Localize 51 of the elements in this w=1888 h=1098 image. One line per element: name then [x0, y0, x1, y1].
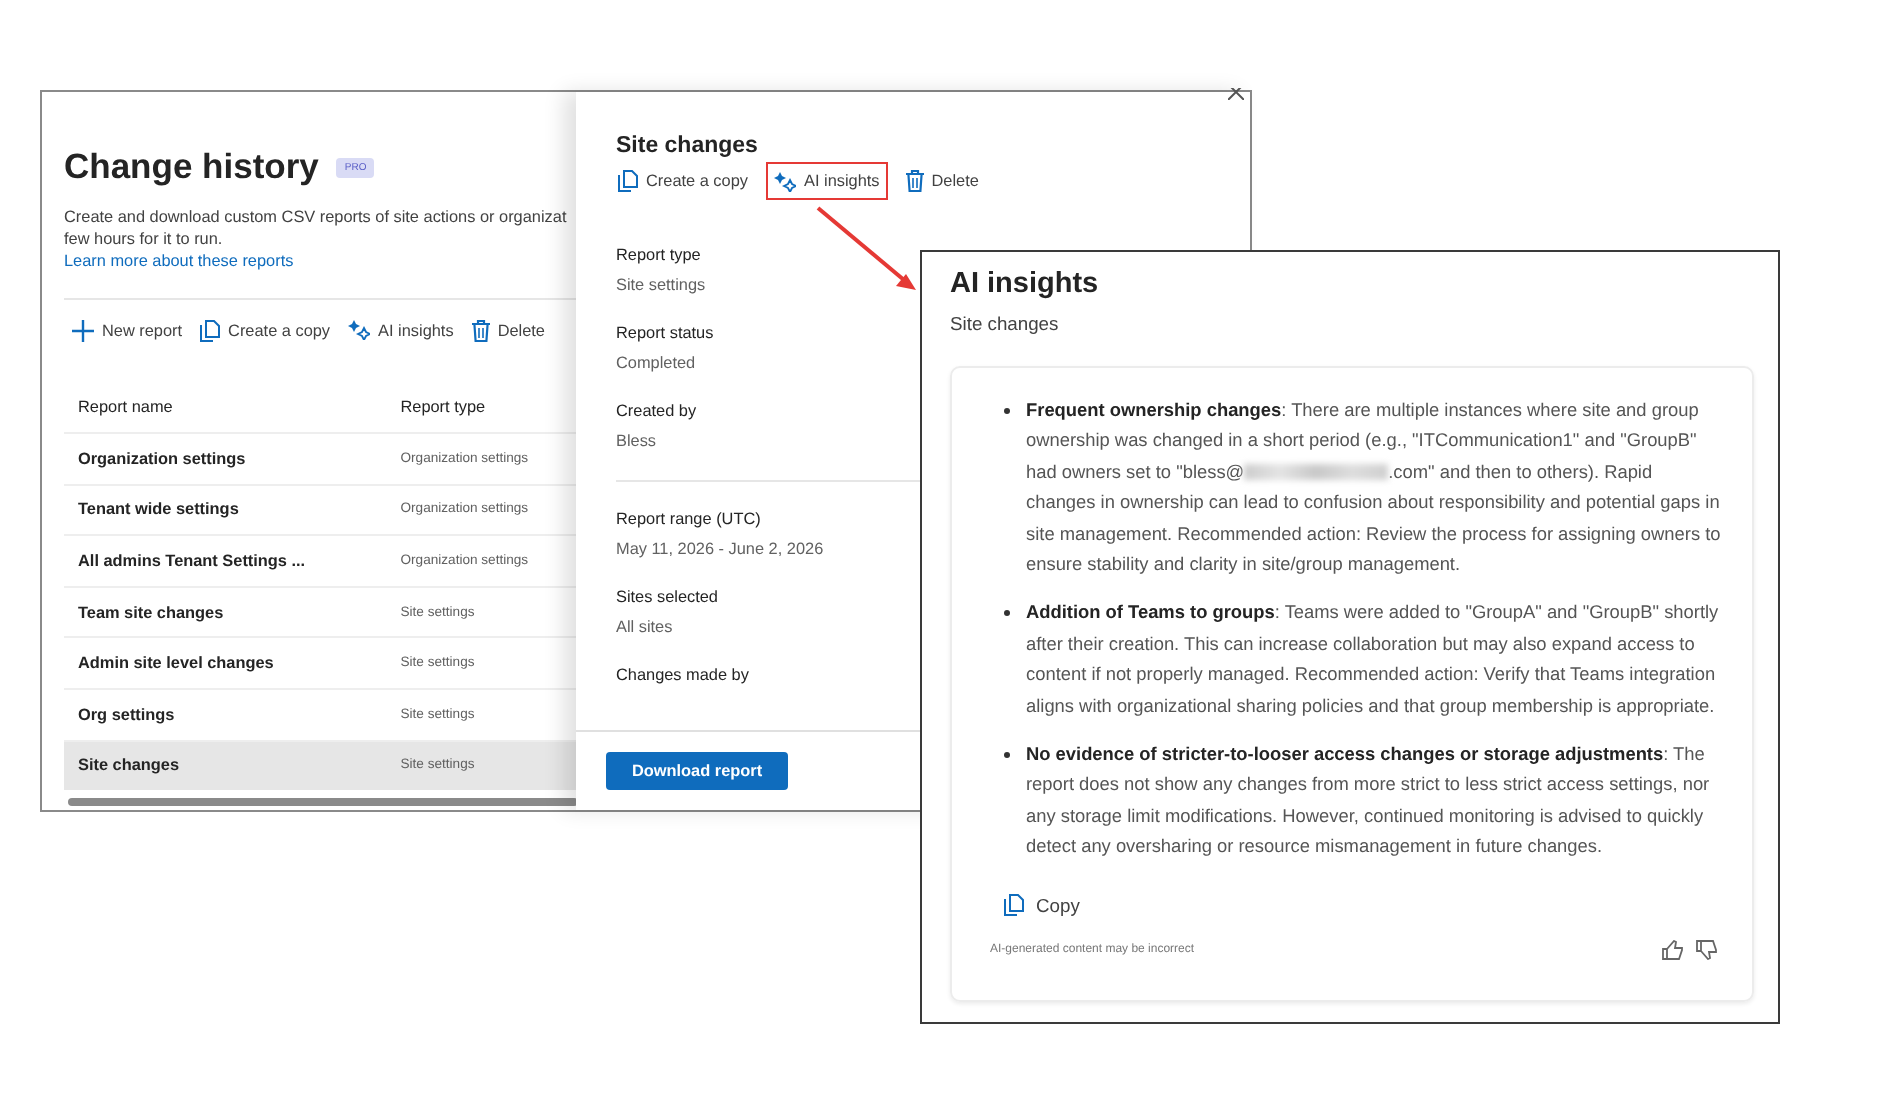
copy-icon	[618, 170, 638, 192]
thumbs-up-icon[interactable]	[1662, 939, 1684, 960]
insight-paragraph: Frequent ownership changes: There are multiple instances where site and group ownership was changed in a short period (e.g., "ITCommunication1" and "GroupB" had owners set to "bless@ .com" and then to others). Rapid changes in ownership can lead to confusion about responsibility and potential gaps in site management. Recommended action: Review the process for assigning owners to ensure stability and clarity in site/group management.	[1002, 396, 1724, 581]
insights-subtitle: Site changes	[950, 312, 1061, 334]
insight-paragraph: No evidence of stricter-to-looser access changes or storage adjustments: The report does not show any changes from more strict to less strict access settings, nor any storage limit modifications. However, continued monitoring is advised to quickly detect any oversharing or resource mismanagement in future changes.	[1002, 740, 1724, 864]
toolbar-button[interactable]: New report	[72, 312, 183, 348]
field-label: Changes made by	[616, 666, 749, 686]
trash-icon	[905, 170, 924, 192]
report-name: Organization settings	[64, 433, 387, 485]
toolbar-button[interactable]: AI insights	[348, 312, 454, 348]
toolbar-button[interactable]: Delete	[471, 312, 545, 348]
sparkle-icon	[773, 171, 796, 191]
column-header[interactable]: Report name	[64, 380, 387, 433]
annotation-arrow	[816, 206, 916, 290]
panel-title: Site changes	[616, 134, 760, 158]
field-label: Sites selected	[616, 588, 718, 608]
action-button[interactable]: Delete	[899, 164, 985, 198]
report-name: All admins Tenant Settings ...	[64, 535, 387, 587]
report-name: Team site changes	[64, 586, 387, 638]
field-value: Site settings	[616, 276, 706, 296]
insights-title: AI insights	[950, 268, 1101, 300]
page-title: Change history	[64, 146, 319, 188]
thumbs-down-icon[interactable]	[1696, 939, 1718, 960]
sparkle-icon	[348, 320, 371, 340]
trash-icon	[471, 319, 490, 341]
learn-more-link[interactable]: Learn more about these reports	[64, 250, 294, 274]
field-value: May 11, 2026 - June 2, 2026	[616, 540, 824, 560]
field-label: Report type	[616, 246, 701, 266]
field-label: Report range (UTC)	[616, 510, 761, 530]
toolbar-button[interactable]: Create a copy	[200, 312, 331, 348]
close-icon[interactable]	[1228, 84, 1244, 106]
copy-icon	[200, 319, 221, 341]
copy-button[interactable]: Copy	[1004, 893, 1080, 916]
plus-icon	[72, 319, 94, 341]
scrollbar[interactable]	[68, 798, 578, 806]
report-name: Org settings	[64, 688, 387, 741]
copy-icon	[1004, 893, 1024, 916]
insight-paragraph: Addition of Teams to groups: Teams were added to "GroupA" and "GroupB" shortly after their creation. This can increase collaboration but may also expand access to content if not properly managed. Recommended action: Verify that Teams integration aligns with organizational sharing policies and that group membership is appropriate.	[1002, 598, 1724, 723]
field-value: All sites	[616, 618, 673, 638]
action-button[interactable]: Create a copy	[612, 164, 754, 198]
download-report-button[interactable]: Download report	[606, 752, 789, 790]
field-label: Created by	[616, 402, 697, 422]
report-name: Tenant wide settings	[64, 484, 387, 536]
page-description: Create and download custom CSV reports of site actions or organizat few hours for it to run.	[64, 208, 569, 250]
column-header[interactable]: Report type	[386, 380, 576, 433]
action-button[interactable]: AI insights	[767, 164, 886, 198]
field-label: Report status	[616, 324, 714, 344]
report-name: Admin site level changes	[64, 637, 387, 689]
field-value: Completed	[616, 354, 696, 374]
report-name: Site changes	[64, 740, 387, 791]
field-value: Bless	[616, 432, 657, 452]
